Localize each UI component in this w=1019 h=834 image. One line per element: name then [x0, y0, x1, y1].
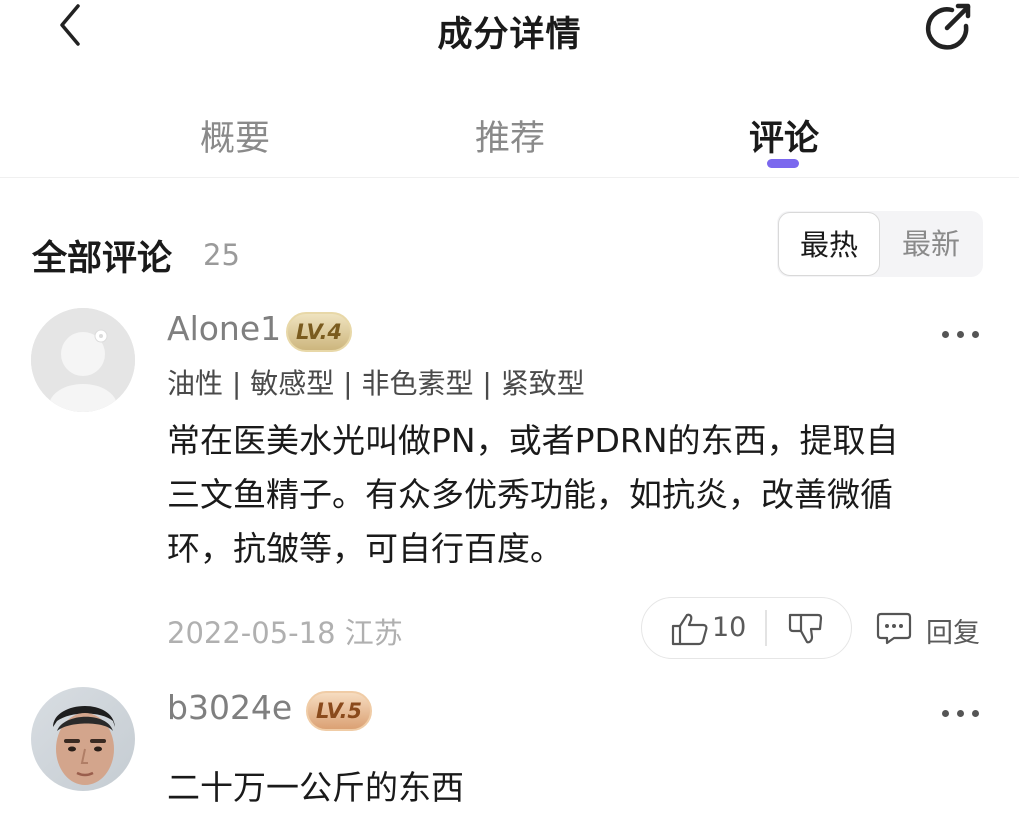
comment-date-location: 2022-05-18 江苏 — [167, 616, 403, 650]
comment-line: 二十万一公斤的东西 — [167, 768, 464, 807]
tab-recommend[interactable]: 推荐 — [440, 110, 580, 161]
share-icon — [925, 3, 971, 50]
sort-hot-button[interactable]: 最热 — [778, 212, 880, 276]
section-title: 全部评论 — [32, 239, 173, 279]
username[interactable]: b3024e — [167, 688, 292, 727]
sort-new-button[interactable]: 最新 — [880, 212, 982, 276]
comment-line: 三文鱼精子。有众多优秀功能，如抗炎，改善微循 — [167, 475, 893, 514]
more-options-button[interactable] — [942, 703, 986, 723]
comment-count: 25 — [203, 238, 240, 272]
comment-bubble-icon — [876, 612, 912, 645]
tab-comments[interactable]: 评论 — [714, 110, 854, 161]
share-button[interactable] — [920, 0, 976, 54]
like-button[interactable] — [670, 612, 710, 646]
like-count: 10 — [712, 612, 747, 643]
comment-text: 二十万一公斤的东西 — [167, 761, 464, 815]
thumbs-down-icon — [788, 613, 823, 644]
reply-label: 回复 — [926, 618, 980, 649]
tab-bar: 概要 推荐 评论 — [0, 100, 1019, 178]
sort-toggle: 最热 最新 — [777, 211, 983, 277]
dislike-button[interactable] — [787, 612, 823, 646]
default-avatar-icon — [31, 308, 135, 412]
tab-overview[interactable]: 概要 — [165, 110, 305, 161]
vote-control: 10 — [641, 597, 852, 659]
username[interactable]: Alone1 — [167, 309, 281, 348]
page-title: 成分详情 — [437, 15, 582, 55]
active-tab-indicator — [767, 159, 799, 168]
comment-text: 常在医美水光叫做PN，或者PDRN的东西，提取自 三文鱼精子。有众多优秀功能，如… — [167, 414, 899, 576]
skin-type-tags: 油性 | 敏感型 | 非色素型 | 紧致型 — [167, 367, 585, 400]
user-photo-avatar — [31, 687, 135, 791]
avatar[interactable] — [31, 308, 135, 412]
more-options-button[interactable] — [942, 324, 986, 344]
comment-line: 常在医美水光叫做PN，或者PDRN的东西，提取自 — [167, 421, 899, 460]
level-badge: LV.5 — [306, 691, 372, 731]
avatar[interactable] — [31, 687, 135, 791]
reply-button[interactable]: 回复 — [876, 609, 986, 649]
level-badge: LV.4 — [286, 312, 352, 352]
top-nav-bar: 成分详情 — [0, 0, 1019, 60]
thumbs-up-icon — [671, 613, 708, 646]
vote-divider — [765, 610, 767, 646]
comment-line: 环，抗皱等，可自行百度。 — [167, 529, 563, 568]
